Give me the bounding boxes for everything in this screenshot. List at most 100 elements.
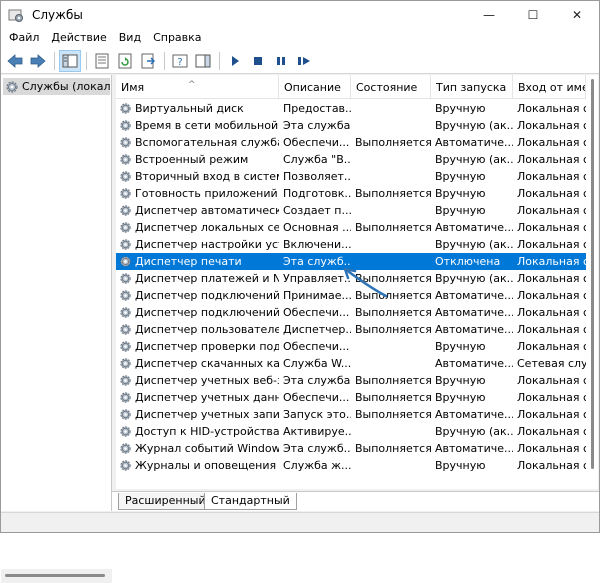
refresh-icon (118, 53, 132, 68)
tree-item-label: Службы (локальн (22, 80, 110, 93)
stop-service-button[interactable] (247, 50, 269, 72)
table-row[interactable]: Виртуальный диск Предостав... Вручную Локал… (116, 100, 586, 117)
table-row[interactable]: Диспетчер настройки устр... Включени... Вр… (116, 236, 586, 253)
tab-extended[interactable]: Расширенный (118, 493, 213, 510)
restart-service-button[interactable] (293, 50, 315, 72)
service-description: Обеспечи... (283, 340, 350, 353)
table-row[interactable]: Диспетчер автоматически... Создает п... Вр… (116, 202, 586, 219)
service-status (351, 100, 431, 117)
column-header-log-on-as[interactable]: Вход от имени (513, 75, 586, 99)
svg-text:?: ? (177, 57, 182, 68)
maximize-button[interactable]: ☐ (511, 1, 555, 28)
service-name-text: Диспетчер учетных данных (135, 391, 279, 404)
column-header-description[interactable]: Описание (279, 75, 351, 99)
service-startup-type: Вручную (435, 170, 486, 183)
service-startup-type: Вручную (435, 391, 486, 404)
minimize-button[interactable]: — (467, 1, 511, 28)
table-row[interactable]: Вспомогательная служба IP Обеспечи... Выпо… (116, 134, 586, 151)
title-bar: Службы — ☐ ✕ (1, 1, 599, 28)
service-description: Активируе... (283, 425, 351, 438)
menu-view[interactable]: Вид (113, 28, 147, 48)
close-button[interactable]: ✕ (555, 1, 599, 28)
refresh-button[interactable] (114, 50, 136, 72)
service-status (351, 457, 431, 474)
toolbar: ? (1, 48, 599, 74)
service-status (351, 236, 431, 253)
service-startup-type: Автоматиче... (435, 136, 513, 149)
show-hide-tree-button[interactable] (59, 49, 81, 72)
table-row[interactable]: Диспетчер локальных сеа... Основная ... Вы… (116, 219, 586, 236)
pause-service-button[interactable] (270, 50, 292, 72)
service-name-text: Журнал событий Windows (135, 442, 279, 455)
table-row[interactable]: Вторичный вход в систему Позволяет... Вруч… (116, 168, 586, 185)
menu-file[interactable]: Файл (3, 28, 45, 48)
service-status (351, 168, 431, 185)
gear-icon (120, 460, 131, 471)
left-horizontal-scrollbar[interactable] (1, 569, 112, 583)
scrollbar-thumb[interactable] (591, 79, 594, 469)
start-service-icon (232, 55, 239, 66)
table-row[interactable]: Диспетчер проверки подл... Обеспечи... Вру… (116, 338, 586, 355)
service-status: Выполняется (355, 187, 431, 200)
back-arrow-icon (7, 53, 23, 68)
service-name: Журнал событий Windows (116, 440, 279, 457)
table-row[interactable]: Журнал событий Windows Эта служб... Выполн… (116, 440, 586, 457)
tree-item-services-local[interactable]: Службы (локальн (3, 78, 110, 95)
service-name-text: Диспетчер платежей и NF... (135, 272, 279, 285)
start-service-button[interactable] (224, 50, 246, 72)
menu-help[interactable]: Справка (147, 28, 207, 48)
menu-action[interactable]: Действие (45, 28, 112, 48)
table-row[interactable]: Диспетчер учетных данных Обеспечи... Выпол… (116, 389, 586, 406)
gear-icon (120, 426, 131, 437)
scrollbar-thumb[interactable] (5, 574, 105, 577)
service-log-on-as: Сетевая служ (517, 357, 586, 370)
table-row[interactable]: Журналы и оповещения п... Служба ж... Вруч… (116, 457, 586, 474)
service-startup-type: Вручную (435, 340, 486, 353)
service-name: Диспетчер учетных записе... (116, 406, 279, 423)
service-name: Диспетчер учетных веб-за... (116, 372, 279, 389)
column-header-name[interactable]: Имя ^ (116, 75, 279, 99)
gear-icon (120, 443, 131, 454)
table-row[interactable]: Диспетчер учетных веб-за... Эта служба...… (116, 372, 586, 389)
gear-icon (120, 256, 131, 267)
table-row[interactable]: Диспетчер пользователей Диспетчер... Выпол… (116, 321, 586, 338)
service-description: Эта служба... (283, 374, 351, 387)
service-name-text: Время в сети мобильной о... (135, 119, 279, 132)
service-log-on-as: Локальная си (517, 425, 586, 438)
help-button[interactable]: ? (169, 50, 191, 72)
forward-button[interactable] (27, 50, 49, 72)
gear-icon (120, 358, 131, 369)
tab-standard[interactable]: Стандартный (204, 493, 297, 510)
table-row[interactable]: Доступ к HID-устройствам Активируе... Вруч… (116, 423, 586, 440)
gear-icon (120, 188, 131, 199)
column-header-startup-type[interactable]: Тип запуска (431, 75, 513, 99)
service-log-on-as: Локальная си (517, 289, 586, 302)
export-list-button[interactable] (137, 50, 159, 72)
service-status: Выполняется (355, 221, 431, 234)
table-row[interactable]: Готовность приложений Подготовк... Выполня… (116, 185, 586, 202)
table-row[interactable]: Встроенный режим Служба "В... Вручную (ак.… (116, 151, 586, 168)
service-name: Диспетчер печати (116, 253, 279, 270)
show-action-pane-icon (195, 54, 211, 67)
table-row[interactable]: Диспетчер учетных записе... Запуск это...… (116, 406, 586, 423)
gear-icon (120, 239, 131, 250)
gear-icon (120, 273, 131, 284)
table-row[interactable]: Время в сети мобильной о... Эта служба...… (116, 117, 586, 134)
gear-icon (120, 120, 131, 131)
service-log-on-as: Локальная си (517, 136, 586, 149)
properties-button[interactable] (91, 50, 113, 72)
show-action-pane-button[interactable] (192, 50, 214, 72)
table-row[interactable]: Диспетчер подключений ... Обеспечи... Выпо… (116, 304, 586, 321)
service-name: Диспетчер локальных сеа... (116, 219, 279, 236)
vertical-scrollbar[interactable] (586, 75, 598, 489)
service-log-on-as: Локальная си (517, 238, 586, 251)
column-header-status[interactable]: Состояние (351, 75, 431, 99)
service-name: Время в сети мобильной о... (116, 117, 279, 134)
service-status (351, 202, 431, 219)
service-description: Основная ... (283, 221, 351, 234)
gear-icon (120, 171, 131, 182)
service-log-on-as: Локальная си (517, 391, 586, 404)
table-row[interactable]: Диспетчер скачанных карт Служба W... Автом… (116, 355, 586, 372)
console-tree: Службы (локальн (1, 75, 112, 583)
back-button[interactable] (4, 50, 26, 72)
